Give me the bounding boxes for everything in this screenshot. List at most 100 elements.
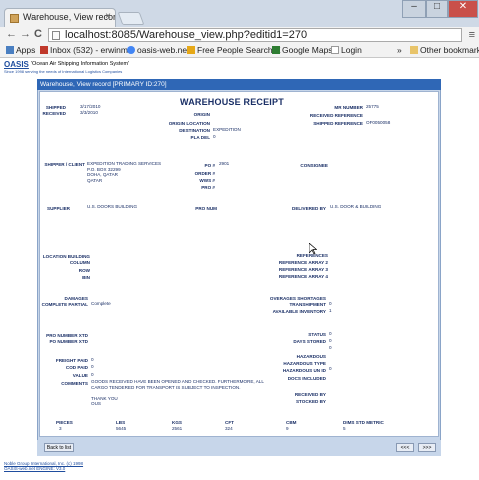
wws-label: WWS # bbox=[199, 178, 215, 183]
other-bookmarks[interactable]: Other bookmarks bbox=[410, 45, 479, 55]
bin-label: BIN bbox=[82, 275, 90, 280]
close-window-button[interactable]: ✕ bbox=[448, 0, 478, 18]
oasis-logo[interactable]: OASIS bbox=[4, 60, 29, 69]
reload-button[interactable]: C bbox=[34, 28, 42, 40]
gmail-icon bbox=[40, 46, 48, 54]
footer-engine[interactable]: OASIS-web.net ENGINE: V3.0 bbox=[4, 466, 65, 471]
browser-tab[interactable]: Warehouse, View record [ × bbox=[4, 8, 116, 27]
destination-label: DESTINATION bbox=[179, 128, 210, 133]
received-by-label: RECEIVED BY bbox=[294, 392, 326, 397]
url-text: localhost:8085/Warehouse_view.php?editid… bbox=[65, 29, 308, 41]
consignee-label: CONSIGNEE bbox=[300, 163, 328, 168]
freight-paid-label: FREIGHT PAID bbox=[55, 358, 88, 363]
bookmark-inbox[interactable]: Inbox (532) - erwinm bbox=[40, 45, 128, 55]
panel-title: Warehouse, View record [PRIMARY ID:270] bbox=[37, 79, 441, 90]
shipper-label: SHIPPER / CLIENT bbox=[44, 162, 85, 167]
back-button[interactable]: ← bbox=[6, 28, 17, 40]
new-tab-button[interactable] bbox=[117, 12, 145, 25]
tab-close-icon[interactable]: × bbox=[105, 11, 111, 22]
bottom-action-bar bbox=[37, 440, 441, 456]
po-label: PO # bbox=[204, 163, 215, 168]
destination-value: EXPEDITION bbox=[213, 127, 241, 132]
pro-label: PRO # bbox=[201, 185, 215, 190]
shipped-value: 3/17/2010 bbox=[80, 104, 101, 109]
total-value: 5645 bbox=[116, 426, 127, 431]
comments-label: COMMENTS bbox=[61, 381, 88, 386]
available-inventory-label: AVAILABLE INVENTORY bbox=[272, 309, 326, 314]
maps-icon bbox=[272, 46, 280, 54]
reference-array-3-label: REFERENCE ARRAY 3 bbox=[278, 267, 328, 272]
received-value: 3/3/2010 bbox=[80, 110, 98, 115]
google-icon bbox=[127, 46, 135, 54]
location-building-label: LOCATION BUILDING bbox=[42, 254, 90, 259]
hazardous-un-id-label: HAZARDOUS UN ID bbox=[282, 368, 326, 373]
supplier-value: U.S. DOORS BUILDING bbox=[87, 204, 138, 209]
page-icon bbox=[331, 46, 339, 54]
search-icon bbox=[187, 46, 195, 54]
status-label: STATUS bbox=[308, 332, 326, 337]
complete-partial-value: Complete bbox=[91, 301, 111, 306]
bookmark-people-search[interactable]: Free People Search E bbox=[187, 45, 281, 55]
value-value: 0 bbox=[91, 372, 94, 377]
folder-icon bbox=[410, 46, 418, 54]
mr-number-value: 25775 bbox=[366, 104, 379, 109]
bookmark-apps[interactable]: Apps bbox=[6, 45, 35, 55]
mouse-cursor-icon bbox=[309, 243, 317, 255]
chrome-menu-icon[interactable]: ≡ bbox=[469, 29, 475, 41]
total-value: 3 bbox=[59, 426, 62, 431]
delivered-by-label: DELIVERED BY bbox=[292, 206, 326, 211]
transhipment-value: 0 bbox=[329, 301, 332, 306]
address-bar[interactable]: localhost:8085/Warehouse_view.php?editid… bbox=[48, 28, 462, 42]
total-label: CBM bbox=[286, 420, 297, 425]
total-value: 5 bbox=[343, 426, 346, 431]
bookmark-oasis[interactable]: oasis-web.net bbox=[127, 45, 189, 55]
total-value: 9 bbox=[286, 426, 289, 431]
next-record-button[interactable]: >>> bbox=[418, 443, 436, 452]
page-title: WAREHOUSE RECEIPT bbox=[180, 97, 284, 107]
complete-partial-label: COMPLETE PARTIAL bbox=[41, 302, 88, 307]
freight-paid-value: 0 bbox=[91, 357, 94, 362]
app-tagline: 'Ocean Air Shipping Information System' bbox=[31, 61, 130, 67]
status-value: 0 bbox=[329, 331, 332, 336]
back-to-list-button[interactable]: Back to list bbox=[44, 443, 74, 452]
references-label: REFERENCES bbox=[296, 253, 328, 258]
page-icon bbox=[52, 31, 60, 40]
minimize-button[interactable]: – bbox=[402, 0, 426, 18]
supplier-label: SUPPLIER bbox=[47, 206, 70, 211]
total-label: DIMS STD METRIC bbox=[343, 420, 384, 425]
mr-number-label: MR NUMBER bbox=[334, 105, 363, 110]
received-label: RECEIVED bbox=[42, 111, 67, 116]
bookmark-maps[interactable]: Google Maps bbox=[272, 45, 333, 55]
received-reference-label: RECEIVED REFERENCE bbox=[309, 113, 363, 118]
po-number-xtd-label: PO NUMBER XTD bbox=[49, 339, 88, 344]
total-value: 2561 bbox=[172, 426, 183, 431]
forward-button[interactable]: → bbox=[20, 28, 31, 40]
tab-title: Warehouse, View record [ bbox=[23, 12, 116, 22]
total-label: CFT bbox=[225, 420, 234, 425]
shipper-value: EXPEDITION TRADING SERVICES P.O. BOX 322… bbox=[87, 161, 162, 183]
comments-value: GOODS RECEIVED HAVE BEEN OPENED AND CHEC… bbox=[91, 379, 264, 406]
pro-number-xtd-label: PRO NUMBER XTD bbox=[46, 333, 88, 338]
origin-label: ORIGIN bbox=[193, 112, 210, 117]
apps-icon bbox=[6, 46, 14, 54]
total-label: KGS bbox=[172, 420, 182, 425]
available-inventory-value: 1 bbox=[329, 308, 332, 313]
order-label: ORDER # bbox=[194, 171, 215, 176]
transhipment-label: TRANSHIPMENT bbox=[289, 302, 327, 307]
pla-del-value: 0 bbox=[213, 134, 216, 139]
overages-shortages-label: OVERAGES SHORTAGES bbox=[269, 296, 326, 301]
pla-del-label: PLA DEL bbox=[190, 135, 210, 140]
damages-label: DAMAGES bbox=[64, 296, 88, 301]
reference-array-4-label: REFERENCE ARRAY 4 bbox=[278, 274, 328, 279]
days-stored-label: DAYS STORED bbox=[293, 339, 326, 344]
bookmarks-bar: Apps Inbox (532) - erwinm oasis-web.net … bbox=[0, 43, 479, 58]
bookmark-login[interactable]: Login bbox=[331, 45, 362, 55]
po-value: 2901 bbox=[219, 161, 230, 166]
maximize-button[interactable]: □ bbox=[426, 0, 448, 18]
delivered-by-value: U.S. DOOR & BUILDING bbox=[330, 204, 382, 209]
days-extra-value: 0 bbox=[329, 345, 332, 350]
page-favicon-icon bbox=[10, 14, 19, 23]
days-stored-value: 0 bbox=[329, 338, 332, 343]
bookmarks-overflow[interactable]: » bbox=[397, 45, 402, 55]
previous-record-button[interactable]: <<< bbox=[396, 443, 414, 452]
